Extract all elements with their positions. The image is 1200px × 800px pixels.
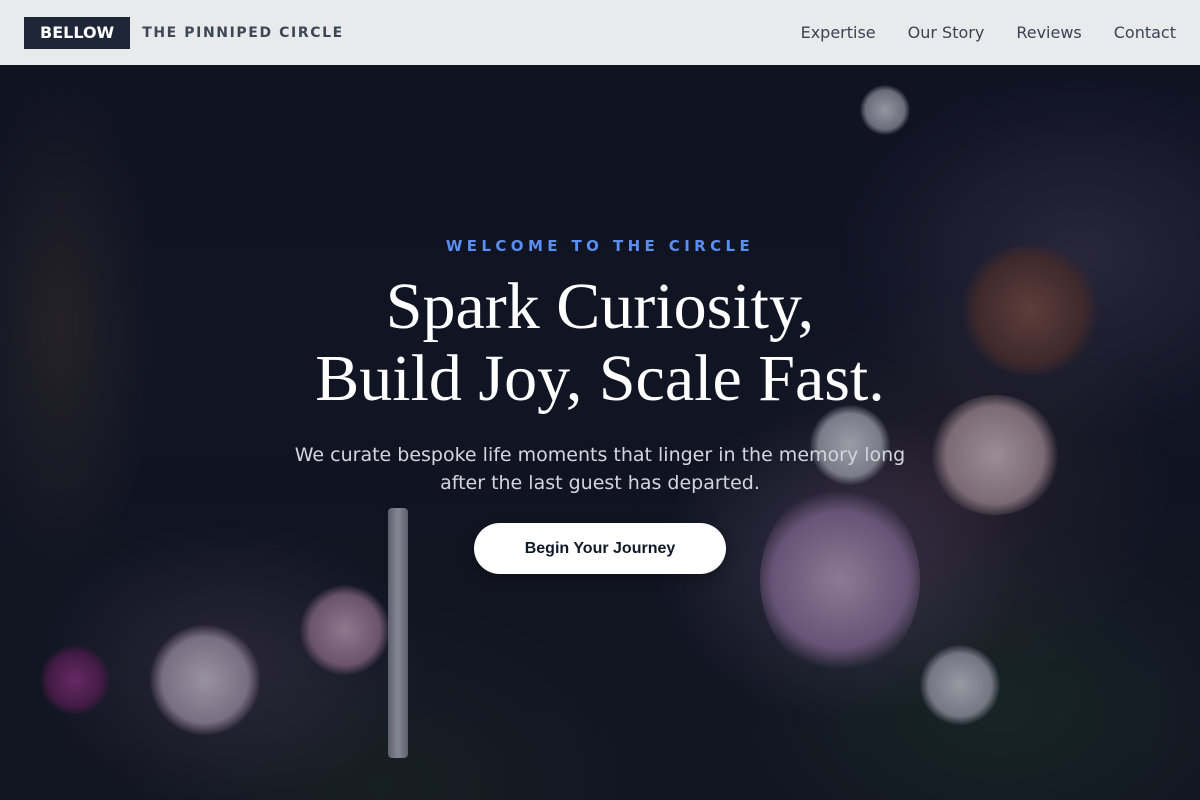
brand-logo[interactable]: BELLOW: [24, 16, 131, 49]
hero-subtext: We curate bespoke life moments that ling…: [294, 444, 906, 494]
hero-eyebrow: WELCOME TO THE CIRCLE: [445, 237, 755, 255]
hero-content: WELCOME TO THE CIRCLE Spark Curiosity, B…: [0, 65, 1200, 800]
begin-journey-button[interactable]: Begin Your Journey: [474, 523, 726, 574]
brand-subtitle: THE PINNIPED CIRCLE: [142, 24, 344, 41]
nav-link-contact[interactable]: Contact: [1114, 23, 1176, 42]
top-navbar: BELLOW THE PINNIPED CIRCLE Expertise Our…: [0, 0, 1200, 65]
nav-link-expertise[interactable]: Expertise: [801, 23, 876, 42]
nav-links: Expertise Our Story Reviews Contact: [801, 23, 1176, 42]
nav-link-our-story[interactable]: Our Story: [908, 23, 985, 42]
hero-headline-line1: Spark Curiosity,: [385, 270, 815, 343]
hero-headline: Spark Curiosity, Build Joy, Scale Fast.: [315, 271, 885, 415]
nav-link-reviews[interactable]: Reviews: [1016, 23, 1081, 42]
hero-headline-line2: Build Joy, Scale Fast.: [315, 342, 885, 415]
